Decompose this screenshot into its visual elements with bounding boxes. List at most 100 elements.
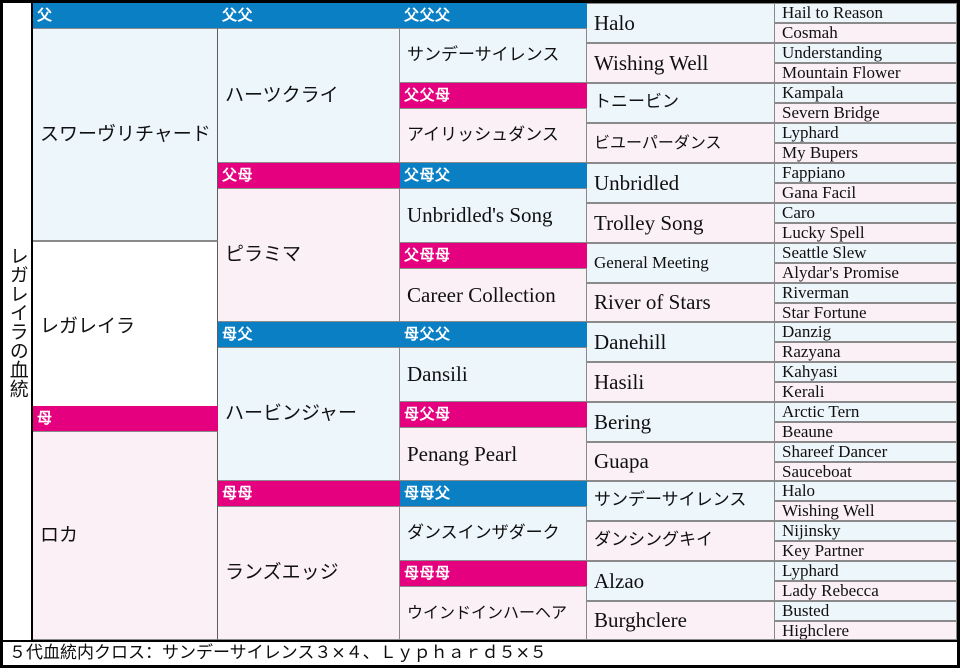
- pedigree-title-text: レガレイラの血統: [6, 245, 28, 398]
- horse-name: トニービン: [594, 92, 679, 113]
- pedigree-title-vertical: レガレイラの血統: [3, 3, 33, 640]
- horse-cell-g5[interactable]: Razyana: [775, 342, 957, 362]
- horse-name: Shareef Dancer: [782, 442, 888, 462]
- horse-cell-g5[interactable]: Busted: [775, 601, 957, 621]
- horse-name: Lady Rebecca: [782, 581, 879, 601]
- horse-cell-g4[interactable]: Bering: [587, 402, 775, 442]
- gen-label-dam-sire-sire: 母父父: [400, 322, 587, 347]
- horse-cell-dam-sire-dam[interactable]: Penang Pearl: [400, 427, 587, 481]
- horse-name: Razyana: [782, 342, 841, 362]
- horse-cell-dam-dam-sire[interactable]: ダンスインザダーク: [400, 506, 587, 561]
- horse-cell-sire-dam[interactable]: ピラミマ: [218, 188, 400, 322]
- horse-cell-g4[interactable]: Halo: [587, 3, 775, 43]
- horse-cell-g5[interactable]: Beaune: [775, 422, 957, 442]
- horse-name: ビユーパーダンス: [594, 132, 722, 152]
- horse-cell-g4[interactable]: General Meeting: [587, 243, 775, 283]
- horse-cell-g4[interactable]: Unbridled: [587, 163, 775, 203]
- horse-cell-g5[interactable]: Severn Bridge: [775, 103, 957, 123]
- horse-cell-sire[interactable]: スワーヴリチャード: [33, 28, 218, 241]
- horse-cell-g4[interactable]: Burghclere: [587, 601, 775, 640]
- horse-name: ハービンジャー: [225, 402, 358, 425]
- horse-name: Unbridled: [594, 170, 680, 195]
- horse-cell-g5[interactable]: Key Partner: [775, 541, 957, 561]
- horse-cell-g5[interactable]: Kampala: [775, 83, 957, 103]
- horse-name: Sauceboat: [782, 462, 852, 481]
- horse-cell-g5[interactable]: Halo: [775, 481, 957, 501]
- horse-name: General Meeting: [594, 253, 709, 273]
- horse-name: Halo: [594, 10, 635, 35]
- generation-2-column: 父父 ハーツクライ 父母 ピラミマ 母父 ハービンジャー 母母 ランズエッジ: [218, 3, 400, 640]
- horse-cell-g4[interactable]: Trolley Song: [587, 203, 775, 243]
- horse-cell-g5[interactable]: Seattle Slew: [775, 243, 957, 263]
- generation-1-column: 父 スワーヴリチャード レガレイラ 母 ロカ: [33, 3, 218, 640]
- horse-cell-g4[interactable]: サンデーサイレンス: [587, 481, 775, 521]
- horse-cell-g4[interactable]: Alzao: [587, 561, 775, 601]
- horse-cell-dam-sire-sire[interactable]: Dansili: [400, 347, 587, 402]
- horse-cell-sire-dam-sire[interactable]: Unbridled's Song: [400, 188, 587, 243]
- horse-cell-sire-sire[interactable]: ハーツクライ: [218, 28, 400, 163]
- horse-cell-g4[interactable]: Danehill: [587, 322, 775, 362]
- horse-cell-g5[interactable]: Cosmah: [775, 23, 957, 43]
- horse-cell-g4[interactable]: River of Stars: [587, 283, 775, 322]
- horse-name: Lyphard: [782, 561, 839, 581]
- horse-cell-g5[interactable]: Kerali: [775, 382, 957, 402]
- horse-cell-g4[interactable]: Wishing Well: [587, 43, 775, 83]
- horse-name: Key Partner: [782, 541, 864, 561]
- horse-cell-g5[interactable]: Sauceboat: [775, 462, 957, 481]
- horse-cell-g5[interactable]: Shareef Dancer: [775, 442, 957, 462]
- horse-cell-sire-sire-sire[interactable]: サンデーサイレンス: [400, 28, 587, 83]
- gen-label-dam-dam-dam: 母母母: [400, 561, 587, 586]
- horse-cell-g5[interactable]: Danzig: [775, 322, 957, 342]
- horse-name: Bering: [594, 409, 652, 434]
- horse-cell-g5[interactable]: My Bupers: [775, 143, 957, 163]
- horse-cell-g5[interactable]: Fappiano: [775, 163, 957, 183]
- horse-cell-g4[interactable]: トニービン: [587, 83, 775, 123]
- horse-cell-dam-dam-dam[interactable]: ウインドインハーヘア: [400, 586, 587, 640]
- horse-name: ハーツクライ: [225, 83, 339, 106]
- horse-name: Career Collection: [407, 282, 556, 307]
- horse-name: Kerali: [782, 382, 825, 402]
- inbreeding-footer: ５代血統内クロス：サンデーサイレンス３×４、Ｌｙｐｈａｒｄ５×５: [3, 640, 957, 665]
- generation-5-column: Hail to Reason Cosmah Understanding Moun…: [775, 3, 957, 640]
- horse-name: サンデーサイレンス: [594, 490, 747, 511]
- horse-name: サンデーサイレンス: [407, 44, 560, 65]
- horse-cell-self[interactable]: レガレイラ: [33, 241, 218, 412]
- horse-name: Mountain Flower: [782, 63, 901, 83]
- horse-cell-g5[interactable]: Kahyasi: [775, 362, 957, 382]
- horse-cell-g4[interactable]: Hasili: [587, 362, 775, 402]
- horse-cell-g4[interactable]: ダンシングキイ: [587, 521, 775, 561]
- horse-cell-g5[interactable]: Riverman: [775, 283, 957, 303]
- horse-cell-g5[interactable]: Gana Facil: [775, 183, 957, 203]
- horse-cell-g5[interactable]: Arctic Tern: [775, 402, 957, 422]
- horse-cell-g5[interactable]: Lyphard: [775, 561, 957, 581]
- horse-cell-dam-sire[interactable]: ハービンジャー: [218, 347, 400, 481]
- horse-cell-g4[interactable]: Guapa: [587, 442, 775, 481]
- horse-cell-g5[interactable]: Alydar's Promise: [775, 263, 957, 283]
- horse-cell-g4[interactable]: ビユーパーダンス: [587, 123, 775, 163]
- horse-name: Hail to Reason: [782, 3, 884, 23]
- gen-label-dam-dam: 母母: [218, 481, 400, 506]
- horse-cell-g5[interactable]: Mountain Flower: [775, 63, 957, 83]
- horse-cell-g5[interactable]: Lucky Spell: [775, 223, 957, 243]
- horse-cell-g5[interactable]: Caro: [775, 203, 957, 223]
- horse-name: Beaune: [782, 422, 833, 442]
- horse-cell-g5[interactable]: Lady Rebecca: [775, 581, 957, 601]
- horse-cell-g5[interactable]: Understanding: [775, 43, 957, 63]
- horse-name: スワーヴリチャード: [40, 122, 211, 145]
- horse-cell-g5[interactable]: Highclere: [775, 621, 957, 640]
- horse-cell-dam-dam[interactable]: ランズエッジ: [218, 506, 400, 640]
- gen-label-sire-dam-sire: 父母父: [400, 163, 587, 188]
- horse-name: Understanding: [782, 43, 883, 63]
- horse-cell-sire-sire-dam[interactable]: アイリッシュダンス: [400, 108, 587, 163]
- horse-cell-g5[interactable]: Hail to Reason: [775, 3, 957, 23]
- horse-name: Fappiano: [782, 163, 846, 183]
- horse-cell-sire-dam-dam[interactable]: Career Collection: [400, 268, 587, 322]
- horse-cell-dam[interactable]: ロカ: [33, 431, 218, 640]
- horse-cell-g5[interactable]: Lyphard: [775, 123, 957, 143]
- horse-cell-g5[interactable]: Star Fortune: [775, 303, 957, 322]
- gen-label-dam-sire: 母父: [218, 322, 400, 347]
- horse-cell-g5[interactable]: Nijinsky: [775, 521, 957, 541]
- horse-name: Danzig: [782, 322, 832, 342]
- horse-name: ダンシングキイ: [594, 530, 713, 551]
- horse-cell-g5[interactable]: Wishing Well: [775, 501, 957, 521]
